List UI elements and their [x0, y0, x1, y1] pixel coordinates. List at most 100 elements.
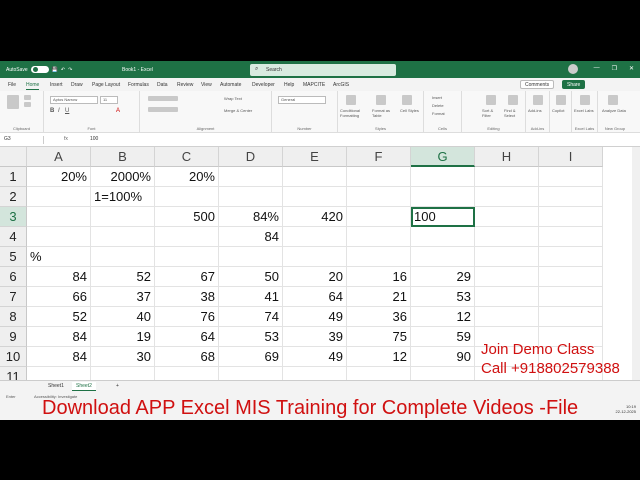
align-left-icon[interactable]	[148, 107, 178, 112]
sheet-tab-sheet2[interactable]: Sheet2	[72, 382, 96, 391]
row-header-6[interactable]: 6	[0, 267, 27, 287]
excel-labs-icon[interactable]	[580, 95, 590, 105]
insert-cells-button[interactable]: Insert	[432, 95, 442, 100]
cell-b1[interactable]: 2000%	[91, 167, 155, 187]
cell-i1[interactable]	[539, 167, 603, 187]
paste-icon[interactable]	[7, 95, 19, 109]
autosave-toggle[interactable]	[30, 66, 49, 73]
column-header-b[interactable]: B	[91, 147, 155, 167]
cell-i7[interactable]	[539, 287, 603, 307]
sort-filter-icon[interactable]	[486, 95, 496, 105]
cell-a5[interactable]: %	[27, 247, 91, 267]
cell-c4[interactable]	[155, 227, 219, 247]
delete-cells-button[interactable]: Delete	[432, 103, 444, 108]
share-button[interactable]: Share	[562, 80, 586, 89]
cell-e3[interactable]: 420	[283, 207, 347, 227]
number-format-select[interactable]: General	[278, 96, 326, 104]
fx-icon[interactable]: fx	[64, 136, 68, 142]
cell-b11[interactable]	[91, 367, 155, 380]
cell-h5[interactable]	[475, 247, 539, 267]
cell-styles-icon[interactable]	[402, 95, 412, 105]
cell-e1[interactable]	[283, 167, 347, 187]
column-header-g[interactable]: G	[411, 147, 475, 167]
row-header-1[interactable]: 1	[0, 167, 27, 187]
name-box[interactable]: G3	[2, 136, 44, 144]
tab-review[interactable]: Review	[177, 82, 193, 88]
cell-b9[interactable]: 19	[91, 327, 155, 347]
autosave-control[interactable]: AutoSave 💾 ↶ ↷	[6, 66, 72, 73]
cell-d1[interactable]	[219, 167, 283, 187]
cell-g10[interactable]: 90	[411, 347, 475, 367]
cell-a4[interactable]	[27, 227, 91, 247]
cell-b2[interactable]: 1=100%	[91, 187, 155, 207]
cell-c8[interactable]: 76	[155, 307, 219, 327]
cell-a3[interactable]	[27, 207, 91, 227]
redo-icon[interactable]: ↷	[68, 67, 72, 73]
restore-icon[interactable]: ❐	[612, 65, 617, 72]
cell-c7[interactable]: 38	[155, 287, 219, 307]
cell-e11[interactable]	[283, 367, 347, 380]
cell-g8[interactable]: 12	[411, 307, 475, 327]
tab-help[interactable]: Help	[284, 82, 294, 88]
cell-e4[interactable]	[283, 227, 347, 247]
cell-h8[interactable]	[475, 307, 539, 327]
cell-c6[interactable]: 67	[155, 267, 219, 287]
cell-d6[interactable]: 50	[219, 267, 283, 287]
cell-f10[interactable]: 12	[347, 347, 411, 367]
cell-i6[interactable]	[539, 267, 603, 287]
cell-g7[interactable]: 53	[411, 287, 475, 307]
column-header-c[interactable]: C	[155, 147, 219, 167]
tab-automate[interactable]: Automate	[220, 82, 241, 88]
tab-insert[interactable]: Insert	[50, 82, 63, 88]
cell-b6[interactable]: 52	[91, 267, 155, 287]
analyze-data-icon[interactable]	[608, 95, 618, 105]
column-header-h[interactable]: H	[475, 147, 539, 167]
cell-f2[interactable]	[347, 187, 411, 207]
format-as-table-icon[interactable]	[376, 95, 386, 105]
cell-h6[interactable]	[475, 267, 539, 287]
cell-f6[interactable]: 16	[347, 267, 411, 287]
tab-file[interactable]: File	[8, 82, 16, 88]
cell-a1[interactable]: 20%	[27, 167, 91, 187]
cell-g9[interactable]: 59	[411, 327, 475, 347]
tab-view[interactable]: View	[201, 82, 212, 88]
cell-e5[interactable]	[283, 247, 347, 267]
cell-b7[interactable]: 37	[91, 287, 155, 307]
row-header-8[interactable]: 8	[0, 307, 27, 327]
cell-i3[interactable]	[539, 207, 603, 227]
cell-c2[interactable]	[155, 187, 219, 207]
format-cells-button[interactable]: Format	[432, 111, 445, 116]
column-header-i[interactable]: I	[539, 147, 603, 167]
cell-f5[interactable]	[347, 247, 411, 267]
align-top-icon[interactable]	[148, 96, 178, 101]
wrap-text-button[interactable]: Wrap Text	[224, 96, 242, 101]
tab-page-layout[interactable]: Page Layout	[92, 82, 120, 88]
cell-g11[interactable]	[411, 367, 475, 380]
cell-h7[interactable]	[475, 287, 539, 307]
row-header-4[interactable]: 4	[0, 227, 27, 247]
merge-center-button[interactable]: Merge & Center	[224, 108, 252, 113]
cell-f7[interactable]: 21	[347, 287, 411, 307]
cell-c11[interactable]	[155, 367, 219, 380]
cell-b3[interactable]	[91, 207, 155, 227]
close-icon[interactable]: ✕	[629, 65, 634, 72]
cell-d7[interactable]: 41	[219, 287, 283, 307]
cell-d5[interactable]	[219, 247, 283, 267]
tab-developer[interactable]: Developer	[252, 82, 275, 88]
cell-h1[interactable]	[475, 167, 539, 187]
bold-icon[interactable]: B	[50, 108, 54, 114]
cell-h3[interactable]	[475, 207, 539, 227]
tab-home[interactable]: Home	[26, 82, 40, 90]
cell-e10[interactable]: 49	[283, 347, 347, 367]
tab-arcgis[interactable]: ArcGIS	[333, 82, 349, 88]
row-header-10[interactable]: 10	[0, 347, 27, 367]
cell-d2[interactable]	[219, 187, 283, 207]
formula-input[interactable]: 100	[90, 136, 98, 142]
cell-h2[interactable]	[475, 187, 539, 207]
cell-b4[interactable]	[91, 227, 155, 247]
cell-c3[interactable]: 500	[155, 207, 219, 227]
cell-d11[interactable]	[219, 367, 283, 380]
cell-g4[interactable]	[411, 227, 475, 247]
cell-i5[interactable]	[539, 247, 603, 267]
vertical-scrollbar[interactable]	[632, 147, 640, 380]
